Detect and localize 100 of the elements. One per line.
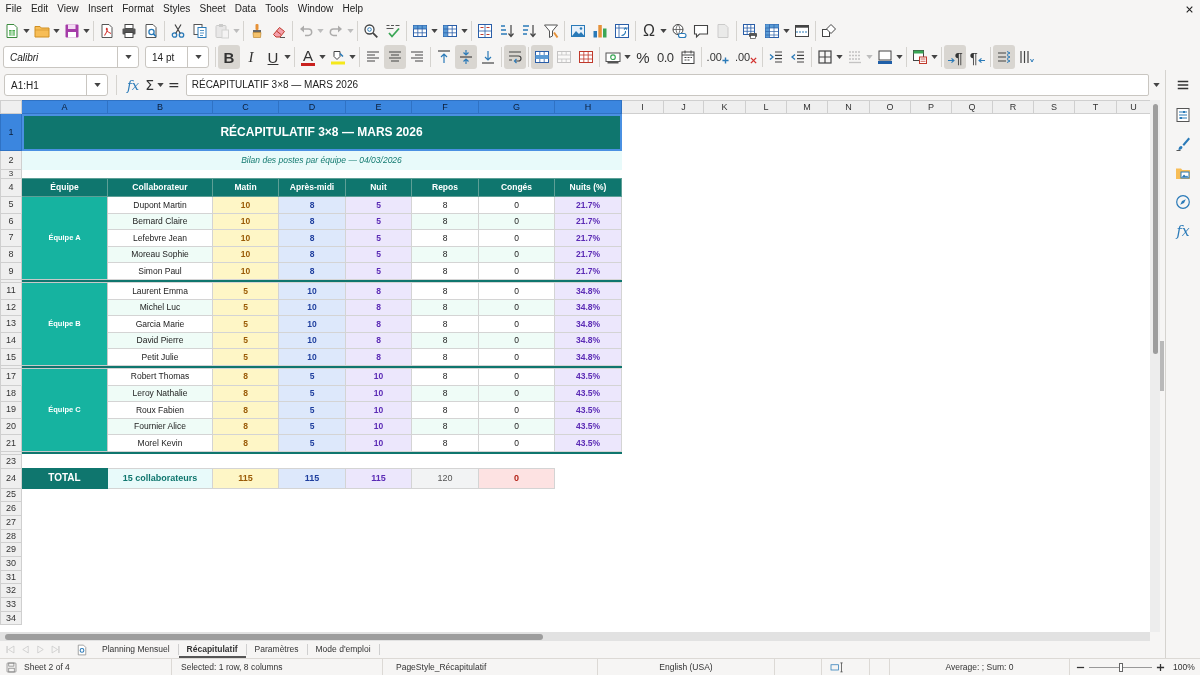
column-header[interactable]: G — [478, 100, 555, 114]
column-header[interactable]: L — [745, 100, 787, 114]
menu-icon[interactable] — [1176, 78, 1190, 92]
row-header[interactable]: 1 — [0, 113, 22, 151]
zoom-percent[interactable]: 100% — [1173, 662, 1195, 672]
caret-icon[interactable] — [1153, 83, 1160, 87]
wrap-button[interactable] — [504, 45, 526, 69]
function-wizard-button[interactable]: fx — [124, 74, 143, 96]
language-text[interactable]: English (USA) — [659, 662, 713, 672]
functions-deck-button[interactable]: fx — [1173, 221, 1193, 241]
caret-icon[interactable] — [624, 55, 631, 59]
menu-item[interactable]: File — [1, 2, 27, 16]
close-icon[interactable] — [1185, 4, 1194, 14]
add-decimal-button[interactable]: .00 — [703, 45, 732, 69]
caret-icon[interactable] — [461, 29, 468, 33]
caret-icon[interactable] — [194, 55, 202, 59]
column-header[interactable]: U — [1116, 100, 1150, 114]
font-name-field[interactable]: Calibri — [3, 46, 139, 68]
decimal-format-button[interactable]: 0.0 — [654, 45, 677, 69]
column-header[interactable]: R — [992, 100, 1034, 114]
row-header[interactable]: 23 — [0, 454, 22, 469]
scrollbar-thumb[interactable] — [1152, 104, 1158, 354]
menu-item[interactable]: Format — [117, 2, 159, 16]
special-character-button[interactable]: Ω — [638, 19, 660, 43]
column-header[interactable]: D — [278, 100, 346, 114]
menu-item[interactable]: Data — [230, 2, 261, 16]
table-cell: 115 — [345, 468, 412, 489]
slider-thumb[interactable] — [1118, 662, 1123, 672]
formula-input[interactable]: RÉCAPITULATIF 3×8 — MARS 2026 — [185, 74, 1149, 96]
caret-icon[interactable] — [931, 55, 939, 59]
column-header[interactable]: B — [107, 100, 213, 114]
caret-icon[interactable] — [93, 83, 101, 87]
column-header[interactable]: I — [621, 100, 664, 114]
navigator-deck-button[interactable] — [1173, 192, 1193, 212]
font-size-field[interactable]: 14 pt — [145, 46, 209, 68]
percent-button[interactable]: % — [632, 45, 654, 69]
caret-icon[interactable] — [660, 29, 667, 33]
rtl-button[interactable]: ¶ — [966, 45, 989, 69]
column-header[interactable]: M — [786, 100, 828, 114]
table-cell: 0 — [478, 282, 555, 300]
font-color-button[interactable]: A — [297, 45, 319, 69]
bold-button[interactable]: B — [218, 45, 240, 69]
column-header[interactable]: P — [910, 100, 952, 114]
caret-icon[interactable] — [157, 83, 164, 87]
column-header[interactable]: A — [21, 100, 108, 114]
sidebar-handle[interactable] — [1160, 341, 1164, 391]
menu-item[interactable]: Help — [337, 2, 368, 16]
menu-item[interactable]: View — [52, 2, 84, 16]
sheet-tab[interactable]: Mode d'emploi — [307, 641, 379, 658]
underline-button[interactable]: U — [262, 45, 284, 69]
align-bottom-icon — [480, 49, 496, 65]
column-header[interactable]: J — [663, 100, 704, 114]
sheet-tab[interactable]: Planning Mensuel — [94, 641, 178, 658]
caret-icon[interactable] — [53, 29, 60, 33]
horizontal-scrollbar[interactable] — [0, 632, 1150, 641]
menu-item[interactable]: Window — [293, 2, 338, 16]
column-header[interactable]: C — [212, 100, 279, 114]
caret-icon[interactable] — [431, 29, 438, 33]
caret-icon[interactable] — [319, 55, 326, 59]
scrollbar-thumb[interactable] — [5, 633, 543, 640]
column-header[interactable]: S — [1033, 100, 1075, 114]
align-middle-button[interactable] — [455, 45, 477, 69]
properties-deck-button[interactable] — [1173, 105, 1193, 125]
caret-icon[interactable] — [836, 55, 844, 59]
merge-center-button[interactable] — [531, 45, 553, 69]
row-header[interactable]: 11 — [0, 282, 22, 300]
plus-icon[interactable] — [1156, 662, 1165, 672]
menu-item[interactable]: Insert — [83, 2, 118, 16]
caret-icon[interactable] — [783, 29, 790, 33]
caret-icon[interactable] — [349, 55, 356, 59]
delete-decimal-button[interactable]: .00 — [731, 45, 761, 69]
menu-item[interactable]: Edit — [26, 2, 53, 16]
caret-icon[interactable] — [896, 55, 904, 59]
caret-icon[interactable] — [83, 29, 90, 33]
column-header[interactable]: K — [703, 100, 746, 114]
formula-button[interactable]: = — [165, 74, 183, 96]
column-header[interactable]: T — [1074, 100, 1117, 114]
menu-item[interactable]: Styles — [158, 2, 195, 16]
italic-button[interactable]: I — [240, 45, 262, 69]
menu-item[interactable]: Tools — [260, 2, 294, 16]
column-header[interactable]: N — [827, 100, 870, 114]
sheet-tab[interactable]: Récapitulatif — [178, 641, 246, 658]
row-header[interactable]: 17 — [0, 368, 22, 386]
menu-item[interactable]: Sheet — [194, 2, 231, 16]
row-header[interactable]: 3 — [0, 169, 22, 179]
ltr-button[interactable]: ¶ — [944, 45, 967, 69]
caret-icon[interactable] — [284, 55, 291, 59]
caret-icon[interactable] — [23, 29, 30, 33]
caret-icon[interactable] — [124, 55, 132, 59]
sheet-tab[interactable]: Paramètres — [246, 641, 307, 658]
document-icon[interactable] — [76, 642, 88, 657]
name-box[interactable]: A1:H1 — [4, 74, 108, 96]
column-header[interactable]: Q — [951, 100, 993, 114]
vertical-scrollbar[interactable] — [1150, 100, 1160, 632]
column-header[interactable]: O — [869, 100, 911, 114]
row-header[interactable]: 24 — [0, 468, 22, 489]
column-header[interactable]: F — [411, 100, 479, 114]
column-header[interactable]: E — [345, 100, 412, 114]
sum-button[interactable]: Σ — [142, 74, 157, 96]
column-header[interactable]: H — [554, 100, 622, 114]
